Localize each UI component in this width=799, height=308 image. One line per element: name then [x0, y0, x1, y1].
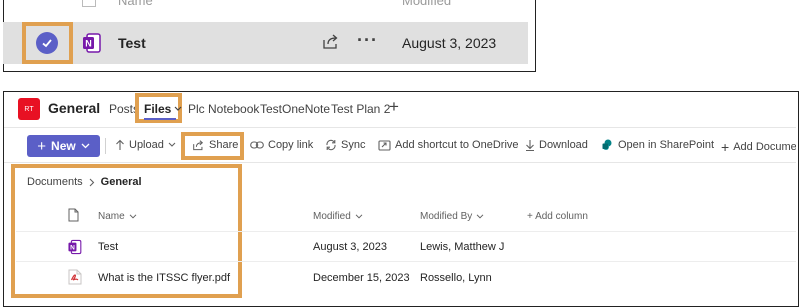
new-button[interactable]: + New [27, 135, 100, 157]
tab-test-plan-2[interactable]: Test Plan 2 [331, 102, 390, 116]
sharepoint-icon [602, 139, 612, 150]
share-label: Share [209, 139, 239, 151]
add-shortcut-icon [378, 140, 391, 151]
modified-column-header[interactable]: Modified [402, 0, 451, 8]
open-sharepoint-label: Open in SharePoint [618, 139, 715, 151]
team-avatar[interactable]: RT [18, 98, 40, 120]
more-options-icon[interactable]: ··· [357, 30, 378, 51]
sync-button[interactable]: Sync [325, 139, 365, 151]
link-icon [250, 141, 264, 149]
toolbar-divider [4, 162, 796, 163]
chevron-down-icon [168, 142, 176, 147]
name-column-label: Name [98, 211, 125, 222]
download-label: Download [539, 139, 588, 151]
sync-label: Sync [341, 139, 366, 151]
svg-text:N: N [85, 39, 92, 49]
channel-title: General [48, 100, 101, 116]
header-divider [4, 127, 796, 128]
add-tab-button[interactable]: + [389, 97, 399, 117]
breadcrumb-general: General [100, 176, 142, 188]
add-shortcut-button[interactable]: Add shortcut to OneDrive [378, 139, 519, 151]
add-document-button[interactable]: + Add Document [721, 139, 796, 155]
tab-plc-notebook[interactable]: Plc Notebook [188, 102, 259, 116]
file-name[interactable]: Test [98, 241, 118, 253]
add-document-label: Add Document [733, 141, 796, 153]
tab-files-label: Files [144, 102, 172, 116]
modified-date: August 3, 2023 [402, 35, 497, 51]
modified-column-header[interactable]: Modified [313, 211, 363, 222]
chevron-down-icon [355, 214, 363, 219]
breadcrumb-documents[interactable]: Documents [27, 176, 83, 188]
file-name[interactable]: What is the ITSSC flyer.pdf [98, 272, 230, 284]
pdf-icon [68, 269, 82, 290]
toolbar-separator [105, 138, 106, 154]
upload-button[interactable]: Upload [115, 139, 176, 151]
tab-files-underline [144, 118, 176, 120]
chevron-down-icon [476, 214, 484, 219]
name-column-header[interactable]: Name [98, 211, 137, 222]
upload-label: Upload [129, 139, 164, 151]
modified-column-label: Modified [313, 211, 351, 222]
onenote-icon: N [81, 32, 103, 59]
chevron-down-icon [81, 143, 90, 149]
upload-icon [116, 139, 124, 150]
sync-icon [326, 139, 336, 151]
new-button-label: New [51, 139, 76, 153]
breadcrumb: Documents General [27, 176, 142, 188]
name-column-header[interactable]: Name [118, 0, 153, 8]
modified-by: Lewis, Matthew J [420, 241, 505, 253]
chevron-right-icon [89, 178, 94, 186]
download-icon [526, 140, 534, 151]
modified-by-column-label: Modified By [420, 211, 473, 222]
team-initials: RT [24, 105, 34, 113]
chevron-down-icon [174, 106, 182, 111]
copy-link-button[interactable]: Copy link [250, 139, 313, 151]
share-icon [193, 139, 204, 150]
share-button[interactable]: Share [192, 139, 238, 151]
onenote-icon: N [67, 239, 83, 260]
modified-date: December 15, 2023 [313, 272, 410, 284]
plus-icon: + [721, 139, 730, 155]
chevron-down-icon [129, 214, 137, 219]
select-checkbox[interactable] [36, 32, 58, 54]
svg-text:N: N [70, 245, 75, 252]
open-sharepoint-button[interactable]: Open in SharePoint [602, 139, 714, 151]
file-type-header-icon [82, 0, 96, 7]
copy-link-label: Copy link [268, 139, 314, 151]
modified-date: August 3, 2023 [313, 241, 388, 253]
plus-icon: + [37, 137, 47, 155]
download-button[interactable]: Download [525, 139, 588, 151]
add-column-button[interactable]: + Add column [527, 211, 588, 222]
file-name[interactable]: Test [118, 35, 146, 51]
modified-by-column-header[interactable]: Modified By [420, 211, 484, 222]
table-row[interactable] [16, 232, 796, 261]
file-type-header-icon[interactable] [68, 208, 79, 227]
tab-files[interactable]: Files [144, 102, 182, 116]
add-shortcut-label: Add shortcut to OneDrive [395, 139, 519, 151]
tab-testonenote[interactable]: TestOneNote [260, 102, 330, 116]
checkmark-icon [42, 39, 52, 48]
modified-by: Rossello, Lynn [420, 272, 492, 284]
share-icon[interactable] [322, 34, 340, 55]
